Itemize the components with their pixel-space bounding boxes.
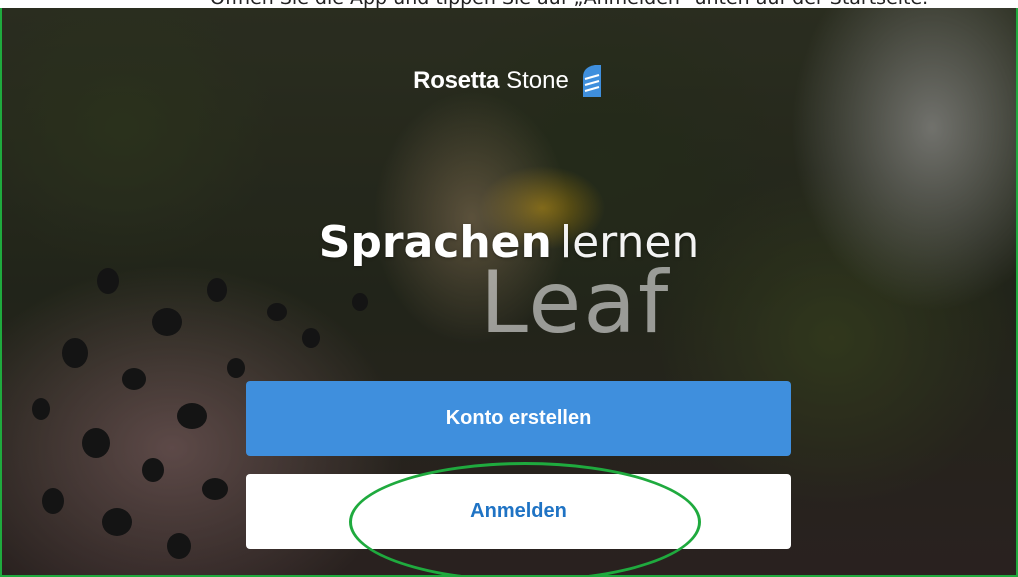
- rosetta-stone-logo: Rosetta Stone: [2, 63, 1016, 99]
- logo-text-stone: Stone: [506, 67, 569, 94]
- sign-in-button[interactable]: Anmelden: [246, 474, 791, 549]
- app-screenshot-frame: Rosetta Stone Sprachen lernen Leaf Konto …: [0, 6, 1018, 577]
- background-sign-text: Leaf: [480, 253, 671, 353]
- logo-text-rosetta: Rosetta: [413, 67, 500, 94]
- create-account-button[interactable]: Konto erstellen: [246, 381, 791, 456]
- rosetta-stone-logo-icon: [579, 63, 605, 99]
- instruction-caption: Öffnen Sie die App und tippen Sie auf „A…: [0, 0, 1018, 8]
- instruction-caption-text: Öffnen Sie die App und tippen Sie auf „A…: [210, 0, 928, 8]
